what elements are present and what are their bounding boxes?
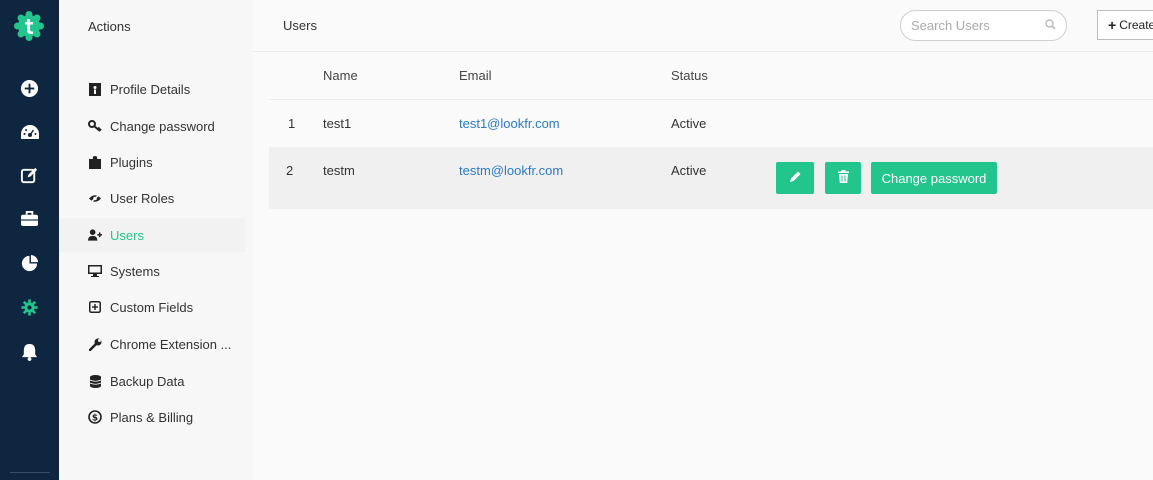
database-icon [88,374,102,388]
user-plus-icon [88,228,102,242]
table-header: Name Email Status [269,52,1153,100]
create-user-button[interactable]: + Create [1097,10,1153,40]
key-icon [88,119,102,133]
delete-user-button[interactable] [825,162,861,194]
logo-icon[interactable] [13,10,45,42]
icon-rail [0,0,59,480]
column-header-email[interactable]: Email [459,68,492,83]
id-card-icon [88,82,102,96]
search-icon[interactable] [1045,17,1056,35]
puzzle-icon [88,155,102,169]
sidebar-item-plans-billing[interactable]: $ Plans & Billing [59,400,245,434]
search-box [900,10,1067,41]
main-panel: Users + Create Name Email Status 1 test1… [253,0,1153,480]
sidebar-item-plugins[interactable]: Plugins [59,145,245,179]
top-bar: Users + Create [253,0,1153,52]
sidebar-item-label: Backup Data [110,373,185,389]
rail-footer-divider [10,472,50,473]
column-header-name[interactable]: Name [323,68,358,83]
settings-header: Actions [88,19,131,34]
settings-sidebar: Actions Profile Details Change password … [59,0,253,480]
sidebar-item-label: Custom Fields [110,299,194,315]
pie-chart-icon[interactable] [19,253,40,274]
user-name: test1 [323,116,352,131]
plus-square-icon [88,300,102,314]
plus-circle-icon[interactable] [19,78,40,99]
sidebar-item-custom-fields[interactable]: Custom Fields [59,290,245,324]
user-email-link[interactable]: test1@lookfr.com [459,116,560,131]
dashboard-icon[interactable] [19,122,40,143]
user-status: Active [671,163,707,178]
sidebar-item-backup-data[interactable]: Backup Data [59,364,245,398]
monitor-icon [88,264,102,278]
sidebar-item-label: Chrome Extension ... [110,336,232,352]
wrench-icon [88,337,102,351]
sidebar-item-profile-details[interactable]: Profile Details [59,72,245,106]
change-password-button[interactable]: Change password [871,162,997,194]
create-button-label: Create [1119,18,1153,32]
eye-slash-icon [88,191,102,205]
trash-icon [837,170,849,186]
row-number: 1 [288,116,296,131]
gear-icon[interactable] [19,297,40,318]
sidebar-item-label: Systems [110,263,160,279]
table-row[interactable]: 1 test1 test1@lookfr.com Active [269,100,1153,147]
column-header-status[interactable]: Status [671,68,708,83]
pencil-icon [789,170,802,186]
sidebar-item-label: Profile Details [110,81,191,97]
dollar-circle-icon: $ [88,410,102,424]
bell-icon[interactable] [19,341,40,362]
sidebar-item-label: User Roles [110,190,175,206]
briefcase-icon[interactable] [19,208,40,229]
sidebar-item-users[interactable]: Users [59,218,245,252]
plus-icon: + [1108,17,1117,33]
edit-icon[interactable] [19,165,40,186]
edit-user-button[interactable] [776,162,814,194]
user-name: testm [323,163,355,178]
page-title: Users [283,18,317,33]
sidebar-item-user-roles[interactable]: User Roles [59,181,245,215]
sidebar-item-label: Users [110,227,144,243]
svg-text:$: $ [92,414,98,424]
search-input[interactable] [911,18,1045,33]
sidebar-item-chrome-extension[interactable]: Chrome Extension ... [59,327,245,361]
sidebar-item-change-password[interactable]: Change password [59,109,245,143]
sidebar-item-label: Change password [110,118,215,134]
row-number: 2 [286,163,294,178]
user-email-link[interactable]: testm@lookfr.com [459,163,563,178]
table-row[interactable]: 2 testm testm@lookfr.com Active Change p… [269,147,1153,209]
users-table: Name Email Status 1 test1 test1@lookfr.c… [269,52,1153,209]
sidebar-item-label: Plans & Billing [110,409,194,425]
user-status: Active [671,116,707,131]
sidebar-item-systems[interactable]: Systems [59,254,245,288]
sidebar-item-label: Plugins [110,154,153,170]
